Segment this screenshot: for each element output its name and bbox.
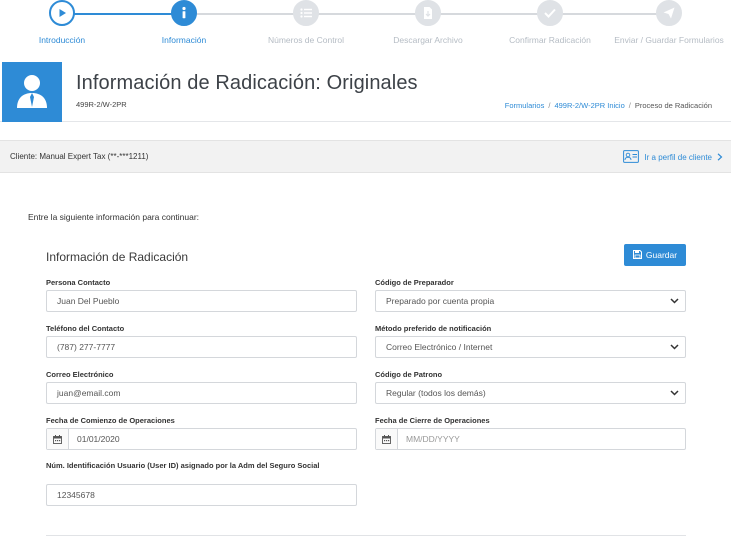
chevron-down-icon xyxy=(670,388,679,398)
preparer-code-select[interactable]: Preparado por cuenta propia xyxy=(375,290,686,312)
step-label: Información xyxy=(161,35,207,45)
close-date-placeholder: MM/DD/YYYY xyxy=(406,434,460,444)
user-id-value: 12345678 xyxy=(57,490,95,500)
user-icon xyxy=(2,62,62,122)
client-info: Cliente: Manual Expert Tax (**-***1211) xyxy=(10,152,149,161)
check-icon xyxy=(537,0,563,26)
contact-person-value: Juan Del Pueblo xyxy=(57,296,120,306)
step-numeros-de-control[interactable]: Números de Control xyxy=(245,0,367,45)
contact-person-label: Persona Contacto xyxy=(46,278,111,287)
email-value: juan@email.com xyxy=(57,388,121,398)
step-label: Números de Control xyxy=(267,35,345,45)
step-label: Confirmar Radicación xyxy=(509,35,591,45)
user-id-label: Núm. Identificación Usuario (User ID) as… xyxy=(46,461,320,470)
user-id-input[interactable]: 12345678 xyxy=(46,484,357,506)
info-icon xyxy=(171,0,197,26)
calendar-icon[interactable] xyxy=(376,429,398,449)
page-header: Información de Radicación: Originales 49… xyxy=(0,62,731,122)
page-subtitle: 499R-2/W-2PR xyxy=(76,100,127,109)
step-label: Descargar Archivo xyxy=(393,35,463,45)
list-icon xyxy=(293,0,319,26)
section-title: Información de Radicación xyxy=(46,250,189,264)
contact-phone-input[interactable]: (787) 277-7777 xyxy=(46,336,357,358)
employer-code-select[interactable]: Regular (todos los demás) xyxy=(375,382,686,404)
calendar-icon[interactable] xyxy=(47,429,69,449)
step-descargar-archivo[interactable]: Descargar Archivo xyxy=(367,0,489,45)
breadcrumb-link-formularios[interactable]: Formularios xyxy=(505,101,545,110)
chevron-down-icon xyxy=(670,342,679,352)
notification-method-label: Método preferido de notificación xyxy=(375,324,492,333)
employer-code-value: Regular (todos los demás) xyxy=(386,388,486,398)
save-button[interactable]: Guardar xyxy=(624,244,686,266)
close-date-input[interactable]: MM/DD/YYYY xyxy=(375,428,686,450)
step-informacion[interactable]: Información xyxy=(123,0,245,45)
notification-method-select[interactable]: Correo Electrónico / Internet xyxy=(375,336,686,358)
save-icon xyxy=(632,249,642,261)
send-icon xyxy=(656,0,682,26)
file-download-icon xyxy=(415,0,441,26)
contact-person-input[interactable]: Juan Del Pueblo xyxy=(46,290,357,312)
page-title: Información de Radicación: Originales xyxy=(76,72,418,94)
breadcrumb: Formularios/499R-2/W-2PR Inicio / Proceso … xyxy=(504,101,712,110)
chevron-right-icon xyxy=(717,152,723,163)
section-divider xyxy=(46,535,686,536)
breadcrumb-link-inicio[interactable]: 499R-2/W-2PR Inicio xyxy=(554,101,624,110)
employer-code-label: Código de Patrono xyxy=(375,370,443,379)
chevron-down-icon xyxy=(670,296,679,306)
preparer-code-label: Código de Preparador xyxy=(375,278,454,287)
id-card-icon xyxy=(623,150,640,165)
contact-phone-label: Teléfono del Contacto xyxy=(46,324,125,333)
close-date-label: Fecha de Cierre de Operaciones xyxy=(375,416,490,425)
client-profile-label: Ir a perfil de cliente xyxy=(644,153,712,162)
save-label: Guardar xyxy=(645,250,678,260)
email-label: Correo Electrónico xyxy=(46,370,114,379)
form-intro: Entre la siguiente información para cont… xyxy=(28,212,200,222)
breadcrumb-current: Proceso de Radicación xyxy=(634,101,712,110)
step-label: Enviar / Guardar Formularios xyxy=(614,35,724,45)
step-enviar-guardar[interactable]: Enviar / Guardar Formularios xyxy=(608,0,730,45)
step-label: Introducción xyxy=(38,35,86,45)
progress-stepper: Introducción Información Números de Cont… xyxy=(0,0,731,58)
email-input[interactable]: juan@email.com xyxy=(46,382,357,404)
client-bar: Cliente: Manual Expert Tax (**-***1211) … xyxy=(0,140,731,173)
client-profile-link[interactable]: Ir a perfil de cliente xyxy=(623,150,723,165)
notification-method-value: Correo Electrónico / Internet xyxy=(386,342,493,352)
start-date-value: 01/01/2020 xyxy=(77,434,120,444)
preparer-code-value: Preparado por cuenta propia xyxy=(386,296,495,306)
play-icon xyxy=(49,0,75,26)
contact-phone-value: (787) 277-7777 xyxy=(57,342,116,352)
start-date-label: Fecha de Comienzo de Operaciones xyxy=(46,416,175,425)
start-date-input[interactable]: 01/01/2020 xyxy=(46,428,357,450)
step-introduccion[interactable]: Introducción xyxy=(1,0,123,45)
step-confirmar-radicacion[interactable]: Confirmar Radicación xyxy=(489,0,611,45)
